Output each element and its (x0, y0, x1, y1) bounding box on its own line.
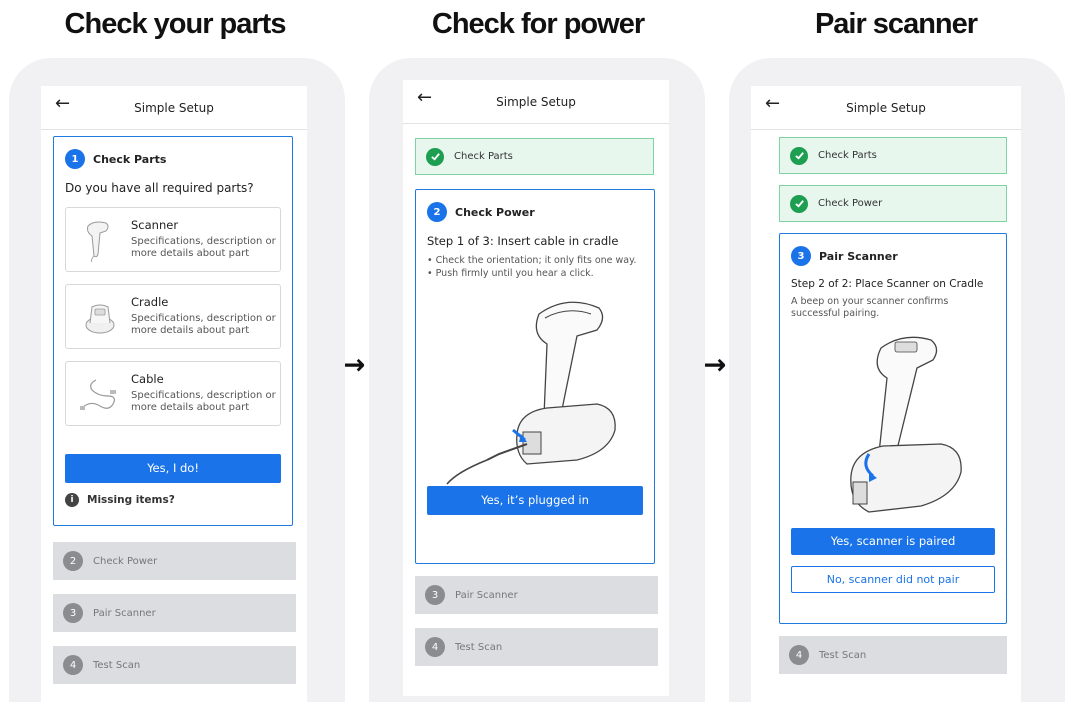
step-number-badge: 1 (65, 149, 85, 169)
screen-check-parts: ← Simple Setup 1 Check Parts Do you have… (41, 86, 307, 702)
panel-title-check-parts: Check your parts (64, 8, 287, 40)
cradle-icon (85, 304, 115, 334)
app-bar: ← Simple Setup (403, 80, 669, 124)
part-name: Cradle (131, 295, 169, 309)
active-step-card: 1 Check Parts Do you have all required p… (53, 136, 293, 526)
step-title: Check Power (455, 205, 535, 219)
yes-i-do-button[interactable]: Yes, I do! (65, 454, 281, 483)
pending-step-check-power: 2 Check Power (53, 542, 296, 580)
pending-step-label: Test Scan (93, 659, 141, 671)
screen-check-power: ← Simple Setup Check Parts 2 Check Power… (403, 80, 669, 696)
pairing-note: A beep on your scanner confirms successf… (791, 296, 949, 319)
step-instruction: Step 2 of 2: Place Scanner on Cradle (791, 278, 984, 290)
pending-step-test-scan: 4 Test Scan (779, 636, 1007, 674)
pending-step-label: Test Scan (455, 641, 503, 653)
missing-items-label: Missing items? (87, 494, 175, 506)
part-card-cradle[interactable]: Cradle Specifications, description or mo… (65, 284, 281, 349)
part-card-cable[interactable]: Cable Specifications, description or mor… (65, 361, 281, 426)
part-card-scanner[interactable]: Scanner Specifications, description or m… (65, 207, 281, 272)
pending-step-pair-scanner: 3 Pair Scanner (53, 594, 296, 632)
app-bar-title: Simple Setup (846, 100, 926, 115)
missing-items-link[interactable]: i Missing items? (65, 493, 281, 507)
pending-step-test-scan: 4 Test Scan (415, 628, 658, 666)
step-number-badge: 4 (63, 655, 83, 675)
checkmark-icon (790, 146, 808, 165)
pending-step-label: Pair Scanner (93, 607, 156, 619)
app-bar: ← Simple Setup (751, 86, 1021, 130)
part-description: Specifications, description or more deta… (131, 390, 276, 413)
arrow-left-icon[interactable]: ← (765, 93, 780, 114)
next-arrow-icon: → (342, 348, 366, 381)
step-number-badge: 3 (63, 603, 83, 623)
part-description: Specifications, description or more deta… (131, 236, 276, 259)
done-step-label: Check Parts (818, 150, 877, 161)
pending-step-label: Test Scan (819, 649, 867, 661)
instruction-bullets: • Check the orientation; it only fits on… (427, 254, 643, 280)
cable-icon (80, 379, 116, 410)
step-header: 1 Check Parts (65, 149, 281, 169)
step-title: Check Parts (93, 152, 167, 166)
step-number-badge: 3 (425, 585, 445, 605)
scanner-icon (87, 221, 109, 262)
done-step-check-power: Check Power (779, 185, 1007, 222)
part-name: Scanner (131, 218, 179, 232)
done-step-check-parts: Check Parts (415, 138, 654, 175)
step-number-badge: 4 (789, 645, 809, 665)
bullet-item: • Check the orientation; it only fits on… (427, 255, 637, 266)
part-description: Specifications, description or more deta… (131, 313, 276, 336)
app-bar: ← Simple Setup (41, 86, 307, 130)
info-icon: i (65, 493, 79, 507)
active-step-card: 3 Pair Scanner Step 2 of 2: Place Scanne… (779, 233, 1007, 624)
pending-step-label: Pair Scanner (455, 589, 518, 601)
step-header: 2 Check Power (427, 202, 643, 222)
step-header: 3 Pair Scanner (791, 246, 995, 266)
phone-frame-1: ← Simple Setup 1 Check Parts Do you have… (9, 58, 345, 702)
panel-title-check-power: Check for power (431, 8, 645, 40)
checkmark-icon (790, 194, 808, 213)
parts-question: Do you have all required parts? (65, 181, 254, 195)
step-title: Pair Scanner (819, 249, 898, 263)
step-number-badge: 4 (425, 637, 445, 657)
pending-step-label: Check Power (93, 555, 158, 567)
active-step-card: 2 Check Power Step 1 of 3: Insert cable … (415, 189, 655, 564)
yes-scanner-paired-button[interactable]: Yes, scanner is paired (791, 528, 995, 555)
pending-step-test-scan: 4 Test Scan (53, 646, 296, 684)
step-number-badge: 2 (427, 202, 447, 222)
bullet-item: • Push firmly until you hear a click. (427, 268, 594, 279)
pending-step-pair-scanner: 3 Pair Scanner (415, 576, 658, 614)
step-instruction: Step 1 of 3: Insert cable in cradle (427, 234, 619, 248)
done-step-check-parts: Check Parts (779, 137, 1007, 174)
arrow-left-icon[interactable]: ← (55, 93, 70, 114)
app-bar-title: Simple Setup (496, 94, 576, 109)
phone-frame-3: ← Simple Setup Check Parts Check Power 3… (729, 58, 1065, 702)
no-scanner-not-paired-button[interactable]: No, scanner did not pair (791, 566, 995, 593)
step-number-badge: 2 (63, 551, 83, 571)
done-step-label: Check Power (818, 198, 883, 209)
checkmark-icon (426, 147, 444, 166)
scanner-cradle-cable-illustration (446, 301, 616, 485)
part-name: Cable (131, 372, 164, 386)
screen-pair-scanner: ← Simple Setup Check Parts Check Power 3… (751, 86, 1021, 702)
phone-frame-2: ← Simple Setup Check Parts 2 Check Power… (369, 58, 705, 702)
panel-title-pair-scanner: Pair scanner (814, 8, 978, 40)
arrow-left-icon[interactable]: ← (417, 87, 432, 108)
step-number-badge: 3 (791, 246, 811, 266)
app-bar-title: Simple Setup (134, 100, 214, 115)
done-step-label: Check Parts (454, 151, 513, 162)
next-arrow-icon: → (703, 348, 727, 381)
yes-plugged-in-button[interactable]: Yes, it’s plugged in (427, 486, 643, 515)
scanner-on-cradle-illustration (850, 336, 962, 513)
